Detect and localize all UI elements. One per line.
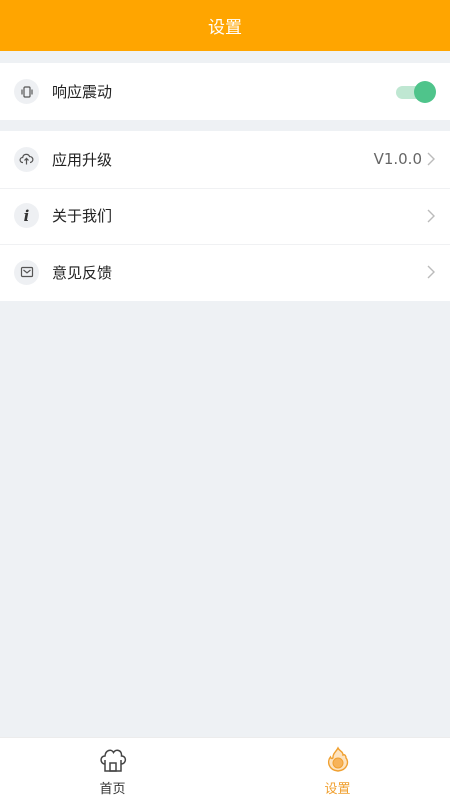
- chef-hat-home-icon: [99, 749, 126, 772]
- toggle-knob: [414, 80, 436, 103]
- info-icon: i: [14, 203, 39, 229]
- app-header: 设置: [0, 0, 450, 51]
- app-version-value: V1.0.0: [373, 150, 422, 169]
- chevron-right-icon: [427, 209, 435, 223]
- page-title: 设置: [208, 18, 242, 38]
- tab-settings[interactable]: 设置: [225, 738, 450, 800]
- tab-label-home: 首页: [99, 782, 126, 797]
- vibration-toggle[interactable]: [396, 80, 436, 103]
- tab-label-settings: 设置: [324, 782, 351, 797]
- settings-group-general: 响应震动: [0, 63, 450, 120]
- chevron-right-icon: [427, 265, 435, 279]
- chevron-right-icon: [427, 152, 435, 166]
- flame-settings-icon: [327, 746, 348, 772]
- setting-label-feedback: 意见反馈: [52, 263, 113, 282]
- mail-icon: [14, 259, 39, 285]
- setting-row-about[interactable]: i 关于我们: [0, 187, 450, 245]
- setting-label-vibration: 响应震动: [52, 83, 113, 101]
- setting-row-vibration: 响应震动: [0, 63, 450, 120]
- setting-label-about: 关于我们: [52, 207, 113, 226]
- tab-home[interactable]: 首页: [0, 738, 225, 800]
- info-glyph: i: [23, 206, 30, 225]
- vibrate-icon: [14, 79, 39, 104]
- cloud-upload-icon: [14, 146, 39, 172]
- setting-label-upgrade: 应用升级: [52, 150, 113, 169]
- settings-group-app: 应用升级 V1.0.0 i 关于我们 意见反馈: [0, 131, 450, 301]
- bottom-tab-bar: 首页 设置: [0, 737, 450, 800]
- setting-row-upgrade[interactable]: 应用升级 V1.0.0: [0, 131, 450, 188]
- setting-row-feedback[interactable]: 意见反馈: [0, 244, 450, 301]
